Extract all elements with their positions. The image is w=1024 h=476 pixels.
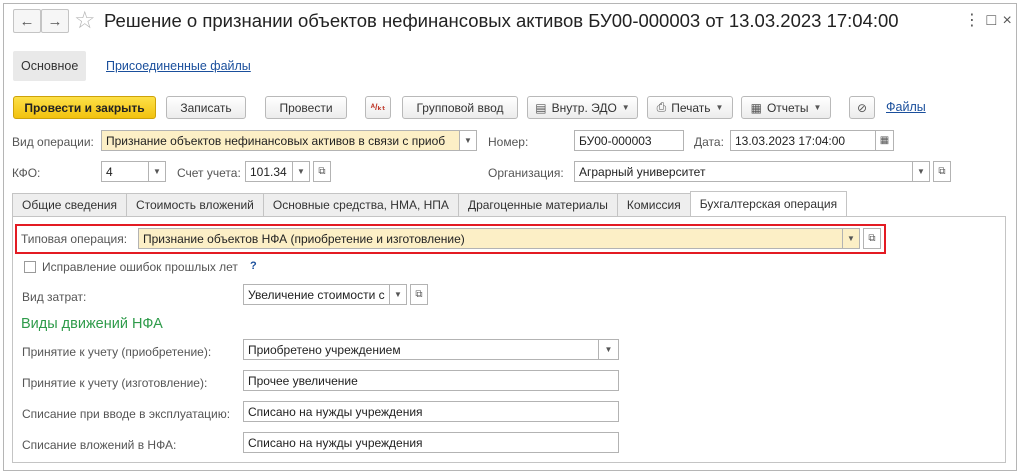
writeoff-invest-field[interactable]: Списано на нужды учреждения: [243, 432, 619, 453]
open-form-icon: ⧉: [938, 166, 946, 177]
chevron-down-icon: ▼: [847, 234, 855, 243]
correction-checkbox[interactable]: [24, 261, 36, 273]
acceptance-make-field[interactable]: Прочее увеличение: [243, 370, 619, 391]
chevron-down-icon: ▼: [464, 136, 472, 145]
forward-button[interactable]: →: [41, 9, 69, 33]
chevron-down-icon: ▼: [813, 103, 822, 112]
acceptance-purchase-field[interactable]: Приобретено учреждением: [243, 339, 599, 360]
date-field[interactable]: 13.03.2023 17:04:00: [730, 130, 876, 151]
edo-label: Внутр. ЭДО: [551, 100, 617, 115]
post-button[interactable]: Провести: [265, 96, 347, 119]
cost-type-dropdown[interactable]: ▼: [390, 284, 407, 305]
tab-fixed-assets[interactable]: Основные средства, НМА, НПА: [262, 193, 459, 216]
correction-label: Исправление ошибок прошлых лет: [42, 260, 238, 274]
date-label: Дата:: [694, 135, 724, 149]
paperclip-icon: ⊘: [856, 100, 868, 115]
number-label: Номер:: [488, 135, 529, 149]
number-field[interactable]: БУ00-000003: [574, 130, 684, 151]
document-icon: ▤: [535, 100, 547, 115]
open-form-icon: ⧉: [318, 166, 326, 177]
chevron-down-icon: ▼: [621, 103, 630, 112]
section-title: Виды движений НФА: [21, 316, 163, 332]
print-button[interactable]: ⎙ Печать ▼: [647, 96, 733, 119]
group-input-button[interactable]: Групповой ввод: [402, 96, 518, 119]
help-icon[interactable]: ?: [250, 260, 257, 272]
open-form-icon: ⧉: [415, 289, 423, 300]
typical-op-open-button[interactable]: ⧉: [863, 228, 881, 249]
typical-op-field[interactable]: Признание объектов НФА (приобретение и и…: [138, 228, 843, 249]
tab-accounting-operation[interactable]: Бухгалтерская операция: [689, 191, 848, 216]
dt-kt-icon: ᴬ/ₖₜ: [370, 102, 386, 112]
reports-label: Отчеты: [766, 100, 809, 115]
account-dropdown[interactable]: ▼: [293, 161, 310, 182]
calendar-icon: ▦: [879, 135, 890, 146]
save-button[interactable]: Записать: [166, 96, 246, 119]
account-open-button[interactable]: ⧉: [313, 161, 331, 182]
account-field[interactable]: 101.34: [245, 161, 293, 182]
chevron-down-icon: ▼: [297, 167, 305, 176]
arrow-right-icon: →: [47, 12, 63, 30]
reports-button[interactable]: ▦ Отчеты ▼: [741, 96, 831, 119]
window-controls[interactable]: ⋮ □ ×: [964, 10, 1013, 30]
edo-button[interactable]: ▤ Внутр. ЭДО ▼: [527, 96, 638, 119]
acceptance-purchase-dropdown[interactable]: ▼: [599, 339, 619, 360]
kfo-dropdown[interactable]: ▼: [149, 161, 166, 182]
acceptance-make-label: Принятие к учету (изготовление):: [22, 376, 208, 390]
chevron-down-icon: ▼: [604, 345, 613, 354]
dt-kt-button[interactable]: ᴬ/ₖₜ: [365, 96, 391, 119]
writeoff-invest-label: Списание вложений в НФА:: [22, 438, 177, 452]
chevron-down-icon: ▼: [153, 167, 161, 176]
tab-general[interactable]: Общие сведения: [12, 193, 127, 216]
org-field[interactable]: Аграрный университет: [574, 161, 913, 182]
writeoff-commission-field[interactable]: Списано на нужды учреждения: [243, 401, 619, 422]
account-label: Счет учета:: [177, 166, 241, 180]
print-label: Печать: [671, 100, 711, 115]
arrow-left-icon: ←: [19, 12, 35, 30]
tab-attached-files[interactable]: Присоединенные файлы: [98, 51, 259, 81]
op-type-dropdown[interactable]: ▼: [460, 130, 477, 151]
back-button[interactable]: ←: [13, 9, 41, 33]
typical-op-dropdown[interactable]: ▼: [843, 228, 860, 249]
printer-icon: ⎙: [656, 100, 667, 114]
op-type-label: Вид операции:: [12, 135, 94, 149]
tab-commission[interactable]: Комиссия: [616, 193, 691, 216]
files-link[interactable]: Файлы: [886, 100, 926, 114]
chevron-down-icon: ▼: [917, 167, 925, 176]
writeoff-commission-label: Списание при вводе в эксплуатацию:: [22, 407, 231, 421]
cost-type-open-button[interactable]: ⧉: [410, 284, 428, 305]
favorite-star-icon[interactable]: ☆: [74, 6, 96, 35]
cost-type-field[interactable]: Увеличение стоимости с: [243, 284, 390, 305]
chevron-down-icon: ▼: [394, 290, 402, 299]
cost-type-label: Вид затрат:: [22, 290, 87, 304]
tab-main[interactable]: Основное: [13, 51, 87, 81]
calendar-button[interactable]: ▦: [876, 130, 894, 151]
tab-investment-cost[interactable]: Стоимость вложений: [125, 193, 264, 216]
post-and-close-button[interactable]: Провести и закрыть: [13, 96, 156, 119]
org-label: Организация:: [488, 166, 564, 180]
chevron-down-icon: ▼: [715, 103, 724, 112]
tab-bar: Общие сведения Стоимость вложений Основн…: [12, 191, 848, 216]
org-open-button[interactable]: ⧉: [933, 161, 951, 182]
kfo-label: КФО:: [12, 166, 41, 180]
open-form-icon: ⧉: [868, 233, 876, 244]
tab-precious-materials[interactable]: Драгоценные материалы: [457, 193, 618, 216]
org-dropdown[interactable]: ▼: [913, 161, 930, 182]
attach-button[interactable]: ⊘: [849, 96, 875, 119]
acceptance-purchase-label: Принятие к учету (приобретение):: [22, 345, 212, 359]
page-title: Решение о признании объектов нефинансовы…: [104, 10, 899, 31]
kfo-field[interactable]: 4: [101, 161, 149, 182]
op-type-field[interactable]: Признание объектов нефинансовых активов …: [101, 130, 460, 151]
report-icon: ▦: [750, 100, 762, 115]
typical-op-label: Типовая операция:: [21, 232, 128, 246]
